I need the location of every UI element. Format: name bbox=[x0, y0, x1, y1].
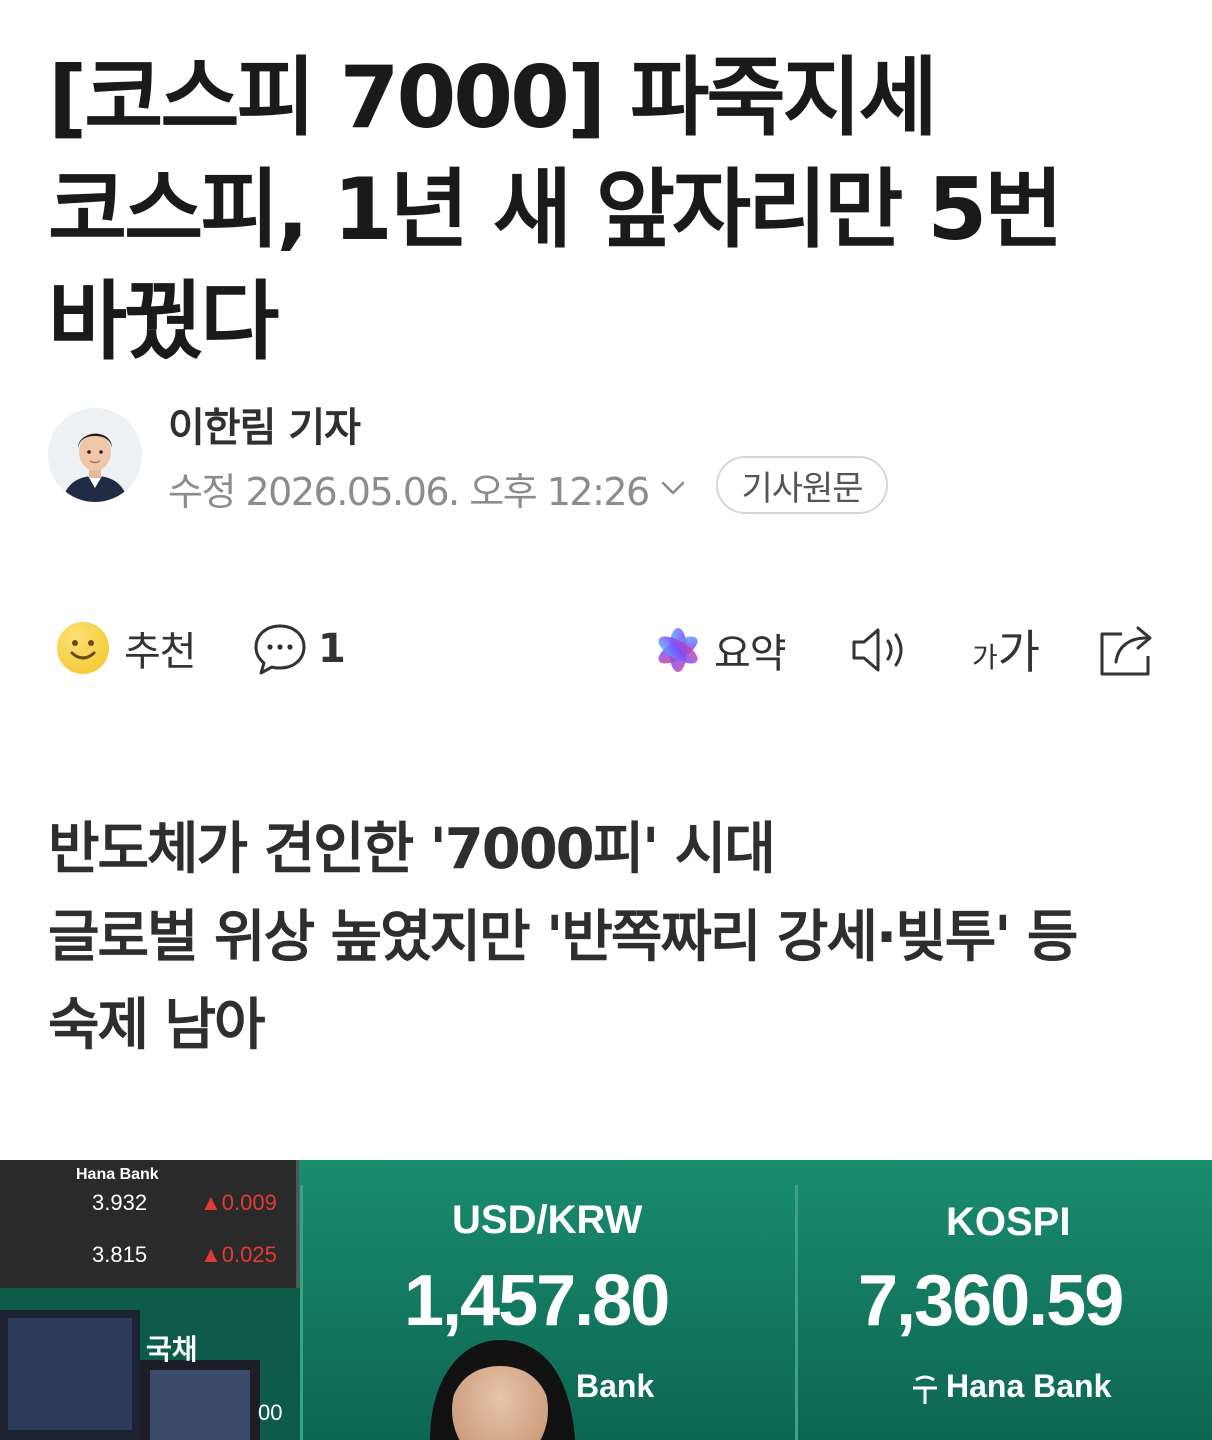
comment-count: 1 bbox=[318, 626, 346, 672]
article-headline: [코스피 7000] 파죽지세 코스피, 1년 새 앞자리만 5번 바꿨다 bbox=[48, 48, 1063, 372]
rate-value: 3.815 bbox=[92, 1242, 148, 1267]
summary-button[interactable]: 요약 bbox=[652, 620, 787, 680]
recommend-label: 추천 bbox=[124, 629, 197, 675]
partial-number: 00 bbox=[258, 1400, 283, 1425]
speaker-icon bbox=[852, 628, 903, 672]
font-size-large-glyph: 가 bbox=[997, 625, 1041, 679]
article-date: 수정 2026.05.06. 오후 12:26 bbox=[168, 469, 650, 514]
reporter-name[interactable]: 이한림 기자 bbox=[168, 402, 361, 454]
article-photo[interactable]: Hana Bank 3.932 ▲0.009 3.815 ▲0.025 국채 0… bbox=[0, 1160, 1212, 1440]
summary-label: 요약 bbox=[714, 631, 787, 677]
rate-change: ▲0.025 bbox=[200, 1242, 277, 1267]
kospi-label: KOSPI bbox=[946, 1200, 1071, 1244]
rate-value: 3.932 bbox=[92, 1190, 148, 1215]
reporter-avatar[interactable] bbox=[48, 408, 142, 502]
font-size-small-glyph: 가 bbox=[972, 641, 998, 674]
article-subtitle: 반도체가 견인한 '7000피' 시대 글로벌 위상 높였지만 '반쪽짜리 강세… bbox=[48, 806, 1178, 1070]
kospi-value: 7,360.59 bbox=[858, 1261, 1124, 1341]
kospi-bank: Hana Bank bbox=[946, 1368, 1112, 1404]
subtitle-line: 반도체가 견인한 '7000피' 시대 bbox=[48, 817, 776, 882]
reporter-portrait-icon bbox=[48, 408, 142, 502]
sparkle-icon bbox=[658, 628, 698, 672]
chevron-down-icon[interactable] bbox=[657, 472, 689, 504]
usd-krw-bank: Bank bbox=[576, 1368, 655, 1404]
share-icon bbox=[1100, 626, 1152, 676]
subtitle-line: 글로벌 위상 높였지만 '반쪽짜리 강세·빚투' 등 숙제 남아 bbox=[48, 905, 1078, 1058]
date-row: 수정 2026.05.06. 오후 12:26 bbox=[168, 460, 689, 516]
smiley-icon bbox=[57, 622, 109, 674]
bond-label: 국채 bbox=[146, 1334, 198, 1365]
hana-bank-small-logo: Hana Bank bbox=[76, 1166, 159, 1183]
recommend-button[interactable]: 추천 bbox=[56, 618, 197, 678]
rate-change: ▲0.009 bbox=[200, 1190, 277, 1215]
usd-krw-value: 1,457.80 bbox=[404, 1261, 670, 1341]
comment-button[interactable]: 1 bbox=[252, 618, 346, 680]
speech-bubble-icon bbox=[254, 624, 306, 675]
font-size-button[interactable]: 가 가 bbox=[972, 622, 1040, 678]
audio-button[interactable] bbox=[850, 622, 910, 678]
hana-bank-logo-icon bbox=[913, 1375, 937, 1404]
share-button[interactable] bbox=[1098, 620, 1158, 678]
original-article-button[interactable]: 기사원문 bbox=[716, 456, 888, 514]
usd-krw-label: USD/KRW bbox=[452, 1198, 643, 1242]
